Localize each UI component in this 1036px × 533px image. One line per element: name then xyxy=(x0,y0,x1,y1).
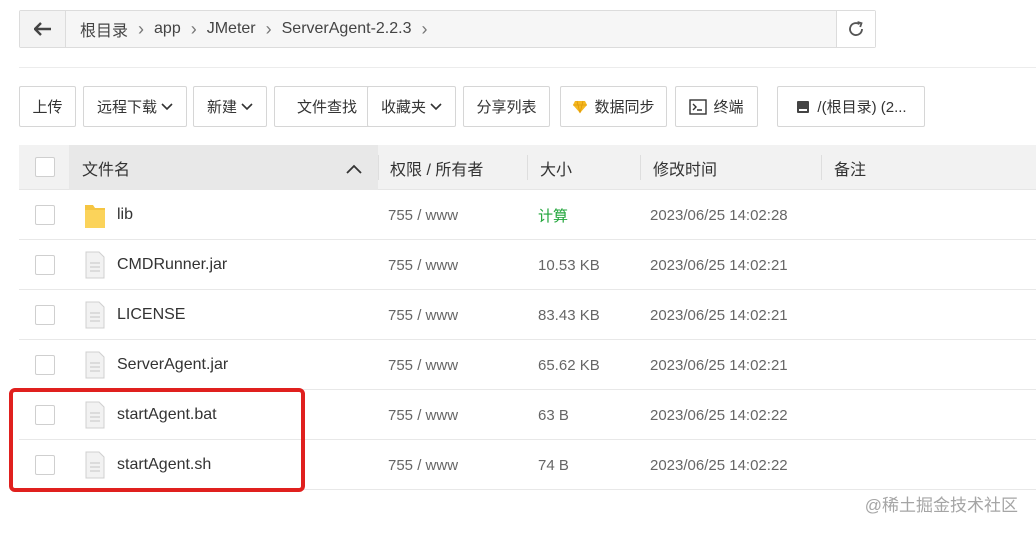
file-mtime: 2023/06/25 14:02:21 xyxy=(650,356,788,374)
row-checkbox[interactable] xyxy=(35,205,55,225)
file-size: 10.53 KB xyxy=(538,256,600,274)
row-checkbox[interactable] xyxy=(35,305,55,325)
file-icon xyxy=(85,251,105,279)
header-modified-time[interactable]: 修改时间 xyxy=(653,145,717,190)
breadcrumb-item-jmeter[interactable]: JMeter xyxy=(201,20,262,38)
chevron-down-icon xyxy=(430,102,442,110)
select-all-checkbox[interactable] xyxy=(35,157,55,177)
folder-icon xyxy=(85,205,105,228)
header-note: 备注 xyxy=(834,161,867,179)
diamond-icon xyxy=(572,100,588,114)
data-sync-button[interactable]: 数据同步 xyxy=(560,86,667,127)
chevron-down-icon xyxy=(161,102,173,110)
upload-label: 上传 xyxy=(32,99,63,116)
terminal-icon xyxy=(689,98,708,115)
data-sync-label: 数据同步 xyxy=(594,99,655,116)
file-permission[interactable]: 755 / www xyxy=(388,390,458,440)
table-row[interactable]: LICENSE 755 / www 83.43 KB 2023/06/25 14… xyxy=(19,290,1036,340)
terminal-button[interactable]: 终端 xyxy=(675,86,758,127)
chevron-right-icon: › xyxy=(138,19,145,39)
file-permission[interactable]: 755 / www xyxy=(388,440,458,490)
breadcrumb-item-serveragent[interactable]: ServerAgent-2.2.3 xyxy=(276,20,418,38)
file-mtime: 2023/06/25 14:02:28 xyxy=(650,206,788,224)
chevron-right-icon: › xyxy=(265,19,272,39)
chevron-down-icon xyxy=(241,102,253,110)
file-size: 63 B xyxy=(538,406,569,424)
path-bar: 根目录 › app › JMeter › ServerAgent-2.2.3 › xyxy=(19,10,876,48)
file-search-label: 文件查找 xyxy=(296,99,357,116)
file-name[interactable]: LICENSE xyxy=(117,290,185,340)
table-row[interactable]: CMDRunner.jar 755 / www 10.53 KB 2023/06… xyxy=(19,240,1036,290)
breadcrumb-item-root[interactable]: 根目录 xyxy=(74,17,134,41)
file-icon xyxy=(85,351,105,379)
file-size: 74 B xyxy=(538,456,569,474)
file-permission[interactable]: 755 / www xyxy=(388,290,458,340)
refresh-icon xyxy=(849,21,863,36)
remote-download-label: 远程下载 xyxy=(96,99,157,116)
file-icon xyxy=(85,301,105,329)
chevron-right-icon: › xyxy=(421,19,428,39)
annotation-highlight-box xyxy=(9,388,305,492)
table-row[interactable]: lib 755 / www 计算 2023/06/25 14:02:28 xyxy=(19,190,1036,240)
disk-selector-button[interactable]: /(根目录) (2... xyxy=(777,86,925,127)
arrow-left-icon xyxy=(33,22,51,36)
file-permission[interactable]: 755 / www xyxy=(388,340,458,390)
column-divider xyxy=(640,155,641,180)
watermark: @稀土掘金技术社区 xyxy=(864,496,1018,515)
breadcrumb: 根目录 › app › JMeter › ServerAgent-2.2.3 › xyxy=(66,11,837,47)
header-permission[interactable]: 权限 / 所有者 xyxy=(390,145,483,190)
row-checkbox[interactable] xyxy=(35,355,55,375)
file-mtime: 2023/06/25 14:02:21 xyxy=(650,306,788,324)
terminal-label: 终端 xyxy=(713,99,744,116)
back-button[interactable] xyxy=(20,11,66,47)
share-list-label: 分享列表 xyxy=(476,99,537,116)
file-name[interactable]: CMDRunner.jar xyxy=(117,240,227,290)
file-name[interactable]: lib xyxy=(117,190,133,240)
favorites-label: 收藏夹 xyxy=(380,99,426,116)
file-size: 65.62 KB xyxy=(538,356,600,374)
new-button[interactable]: 新建 xyxy=(193,86,267,127)
refresh-button[interactable] xyxy=(837,11,875,47)
calculate-size-link[interactable]: 计算 xyxy=(538,190,568,240)
file-mtime: 2023/06/25 14:02:22 xyxy=(650,406,788,424)
file-name[interactable]: ServerAgent.jar xyxy=(117,340,228,390)
file-search-button[interactable]: 文件查找 xyxy=(274,86,380,127)
row-checkbox[interactable] xyxy=(35,255,55,275)
disk-label: /(根目录) (2... xyxy=(817,99,907,116)
breadcrumb-item-app[interactable]: app xyxy=(148,20,187,38)
table-row[interactable]: ServerAgent.jar 755 / www 65.62 KB 2023/… xyxy=(19,340,1036,390)
table-header: 文件名 权限 / 所有者 大小 修改时间 备注 xyxy=(19,145,1036,190)
upload-button[interactable]: 上传 xyxy=(19,86,76,127)
favorites-button[interactable]: 收藏夹 xyxy=(367,86,456,127)
disk-icon xyxy=(795,100,811,114)
chevron-right-icon: › xyxy=(190,19,197,39)
file-mtime: 2023/06/25 14:02:21 xyxy=(650,256,788,274)
divider xyxy=(19,67,1036,68)
header-name[interactable]: 文件名 xyxy=(82,145,130,190)
file-permission[interactable]: 755 / www xyxy=(388,190,458,240)
remote-download-button[interactable]: 远程下载 xyxy=(83,86,187,127)
file-permission[interactable]: 755 / www xyxy=(388,240,458,290)
column-divider xyxy=(527,155,528,180)
new-label: 新建 xyxy=(206,99,237,116)
file-mtime: 2023/06/25 14:02:22 xyxy=(650,456,788,474)
header-size[interactable]: 大小 xyxy=(540,145,572,190)
column-divider xyxy=(378,155,379,180)
file-size: 83.43 KB xyxy=(538,306,600,324)
column-divider xyxy=(821,155,822,180)
sort-ascending-icon[interactable] xyxy=(346,164,362,174)
share-list-button[interactable]: 分享列表 xyxy=(463,86,550,127)
